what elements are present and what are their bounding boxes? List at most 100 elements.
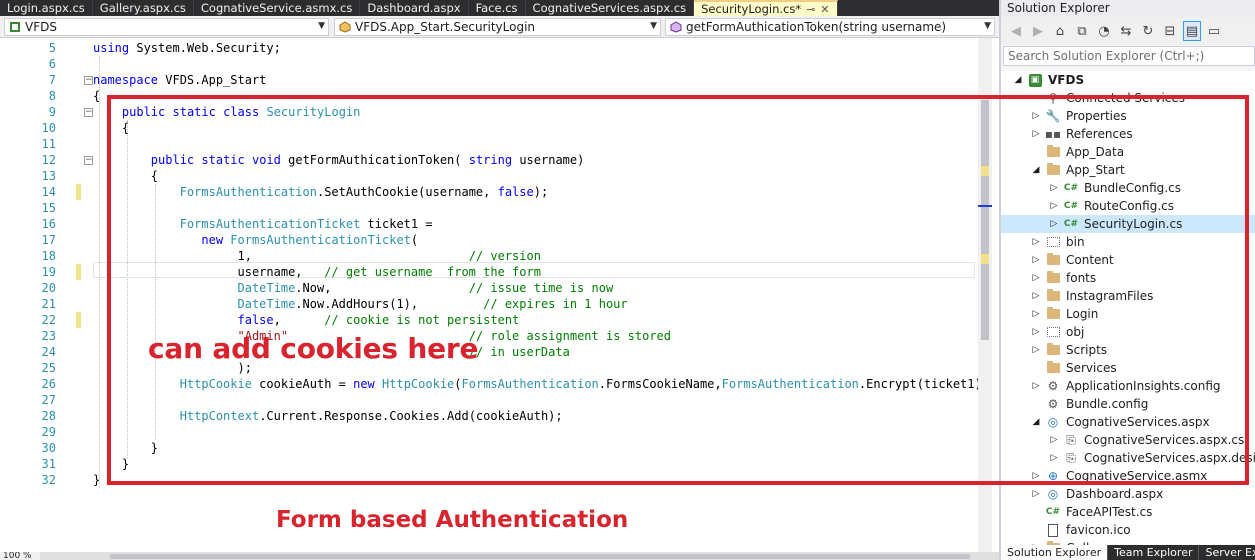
expanded-arrow-icon[interactable]: ◢ [1031,413,1041,431]
tree-item[interactable]: ◢ ◎ CognativeServices.aspx [1001,413,1255,431]
tree-item[interactable]: ▷ C# BundleConfig.cs [1001,179,1255,197]
code-line[interactable]: 12 public static void getFormAuthication… [0,152,990,168]
code-line[interactable]: 32} [0,472,990,488]
scrollbar-thumb[interactable] [110,554,970,559]
editor-tab[interactable]: SecurityLogin.cs* ⊸ ✕ [694,0,838,16]
pending-changes-icon[interactable]: ◔ [1095,21,1113,41]
member-dropdown[interactable]: getFormAuthicationToken(string username)… [665,18,995,36]
sync-icon[interactable]: ⇆ [1117,21,1135,41]
tool-window-tab[interactable]: Team Explorer [1108,545,1200,560]
tree-item[interactable]: ▷ ⊕ CognativeService.asmx [1001,467,1255,485]
code-line[interactable]: 22 false, // cookie is not persistent [0,312,990,328]
back-icon[interactable]: ◀ [1007,21,1025,41]
tree-item[interactable]: ◢ App_Start [1001,161,1255,179]
code-line[interactable]: 17 new FormsAuthenticationTicket( [0,232,990,248]
collapsed-arrow-icon[interactable]: ▷ [1049,431,1059,449]
editor-tab[interactable]: Gallery.aspx.cs [93,0,194,16]
editor-tab[interactable]: CognativeServices.aspx.cs [526,0,695,16]
show-all-files-icon[interactable]: ▤ [1183,21,1201,41]
code-editor[interactable]: 5 using System.Web.Security; 6 7 namespace V… [0,38,990,552]
code-line[interactable]: 28 HttpContext.Current.Response.Cookies.… [0,408,990,424]
collapsed-arrow-icon[interactable]: ▷ [1031,269,1041,287]
tree-item[interactable]: ▷ obj [1001,323,1255,341]
collapsed-arrow-icon[interactable]: ▷ [1031,233,1041,251]
collapsed-arrow-icon[interactable]: ▷ [1031,485,1041,503]
code-line[interactable]: 15 [0,200,990,216]
tree-item[interactable]: ⚲ Connected Services [1001,89,1255,107]
tree-item[interactable]: ▷ C# SecurityLogin.cs [1001,215,1255,233]
code-line[interactable]: 5 using System.Web.Security; [0,40,990,56]
code-line[interactable]: 31 } [0,456,990,472]
code-line[interactable]: 29 [0,424,990,440]
zoom-level[interactable]: 100 % [0,552,40,560]
collapsed-arrow-icon[interactable]: ▷ [1031,377,1041,395]
tree-item[interactable]: ⚙ Bundle.config [1001,395,1255,413]
tree-item[interactable]: favicon.ico [1001,521,1255,539]
tree-item[interactable]: ▷ InstagramFiles [1001,287,1255,305]
code-line[interactable]: 19 username, // get username from the fo… [0,264,990,280]
expanded-arrow-icon[interactable]: ◢ [1013,71,1023,89]
collapsed-arrow-icon[interactable]: ▷ [1031,323,1041,341]
tree-item[interactable]: C# FaceAPITest.cs [1001,503,1255,521]
home-icon[interactable]: ⌂ [1051,21,1069,41]
tree-item[interactable]: ▷ 🔧 Properties [1001,107,1255,125]
collapsed-arrow-icon[interactable]: ▷ [1031,305,1041,323]
code-line[interactable]: 18 1, // version [0,248,990,264]
code-line[interactable]: 8{ [0,88,990,104]
expanded-arrow-icon[interactable]: ◢ [1031,161,1041,179]
tree-item[interactable]: ▷ ◎ Dashboard.aspx [1001,485,1255,503]
tree-item[interactable]: ▷ ⚙ ApplicationInsights.config [1001,377,1255,395]
collapsed-arrow-icon[interactable]: ▷ [1031,125,1041,143]
collapse-all-icon[interactable]: ⊟ [1161,21,1179,41]
code-line[interactable]: 11 [0,136,990,152]
collapse-region-icon[interactable]: − [84,108,93,117]
editor-tab[interactable]: Dashboard.aspx [360,0,469,16]
editor-tab[interactable]: Face.cs [469,0,526,16]
editor-vertical-scrollbar[interactable] [978,38,992,552]
switch-views-icon[interactable]: ⧉ [1073,21,1091,41]
collapsed-arrow-icon[interactable]: ▷ [1049,179,1059,197]
code-line[interactable]: 26 HttpCookie cookieAuth = new HttpCooki… [0,376,990,392]
code-line[interactable]: 6 [0,56,990,72]
tool-window-tab[interactable]: Solution Explorer [1001,545,1109,560]
collapse-region-icon[interactable]: − [84,76,93,85]
collapsed-arrow-icon[interactable]: ▷ [1031,251,1041,269]
collapsed-arrow-icon[interactable]: ▷ [1049,449,1059,467]
editor-tab[interactable]: Login.aspx.cs [0,0,93,16]
collapsed-arrow-icon[interactable]: ▷ [1049,197,1059,215]
code-line[interactable]: 16 FormsAuthenticationTicket ticket1 = [0,216,990,232]
tree-item[interactable]: Services [1001,359,1255,377]
tree-item[interactable]: ▷ fonts [1001,269,1255,287]
tool-window-tab[interactable]: Server Explorer [1199,545,1255,560]
editor-tab[interactable]: CognativeService.asmx.cs [194,0,361,16]
scrollbar-thumb[interactable] [981,100,989,340]
collapse-region-icon[interactable]: − [84,156,93,165]
code-line[interactable]: 21 DateTime.Now.AddHours(1), // expires … [0,296,990,312]
tree-item[interactable]: ◢ ▣ VFDS [1001,71,1255,89]
refresh-icon[interactable]: ↻ [1139,21,1157,41]
code-line[interactable]: 13 { [0,168,990,184]
code-line[interactable]: 20 DateTime.Now, // issue time is now [0,280,990,296]
code-line[interactable]: 27 [0,392,990,408]
tree-item[interactable]: ▷ Login [1001,305,1255,323]
editor-horizontal-scrollbar[interactable]: 100 % [0,552,999,560]
tree-item[interactable]: App_Data [1001,143,1255,161]
class-dropdown[interactable]: VFDS.App_Start.SecurityLogin ▼ [334,18,661,36]
project-dropdown[interactable]: VFDS ▼ [4,18,329,36]
code-line[interactable]: 30 } [0,440,990,456]
collapsed-arrow-icon[interactable]: ▷ [1031,287,1041,305]
tree-item[interactable]: ▷ ▪▪ References [1001,125,1255,143]
pin-icon[interactable]: ⊸ [806,3,815,16]
code-line[interactable]: 14 FormsAuthentication.SetAuthCookie(use… [0,184,990,200]
code-line[interactable]: 9 public static class SecurityLogin [0,104,990,120]
tree-item[interactable]: ▷ ⎘ CognativeServices.aspx.designer.cs [1001,449,1255,467]
collapsed-arrow-icon[interactable]: ▷ [1049,215,1059,233]
tree-item[interactable]: ▷ Content [1001,251,1255,269]
tree-item[interactable]: ▷ bin [1001,233,1255,251]
tree-item[interactable]: ▷ C# RouteConfig.cs [1001,197,1255,215]
collapsed-arrow-icon[interactable]: ▷ [1031,467,1041,485]
close-icon[interactable]: ✕ [820,3,829,16]
code-line[interactable]: 10 { [0,120,990,136]
solution-explorer-search-input[interactable]: Search Solution Explorer (Ctrl+;) [1003,46,1255,66]
properties-icon[interactable]: ▭ [1205,21,1223,41]
